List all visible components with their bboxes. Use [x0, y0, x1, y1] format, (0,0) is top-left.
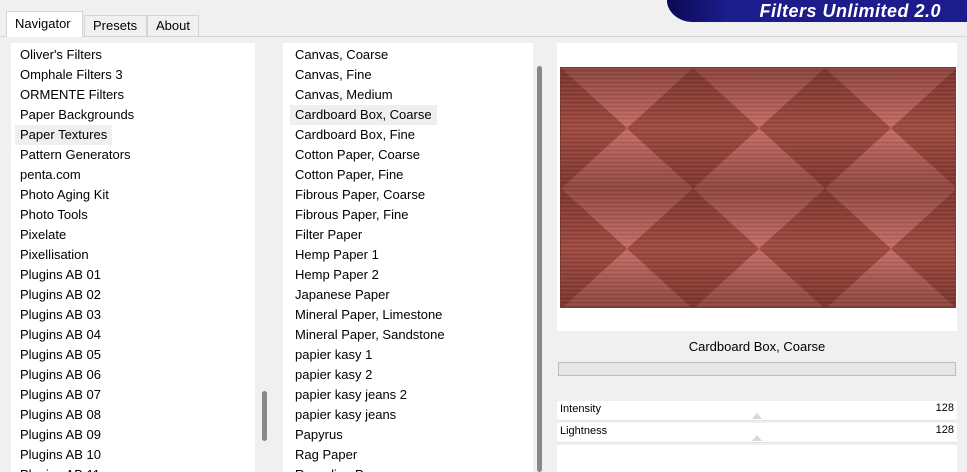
category-item[interactable]: Plugins AB 04	[15, 325, 106, 345]
category-scrollbar-thumb[interactable]	[262, 391, 267, 441]
category-list: Oliver's Filters Omphale Filters 3 ORMENTE…	[11, 45, 139, 472]
preview-panel	[557, 43, 957, 331]
category-item[interactable]: Plugins AB 08	[15, 405, 106, 425]
filter-scrollbar[interactable]	[533, 43, 550, 472]
filter-item[interactable]: papier kasy jeans 2	[290, 385, 412, 405]
lightness-handle[interactable]	[752, 435, 762, 441]
filter-item[interactable]: Fibrous Paper, Fine	[290, 205, 413, 225]
category-item[interactable]: penta.com	[15, 165, 86, 185]
preview-image	[560, 67, 956, 308]
controls-area	[557, 445, 957, 472]
selected-filter-name: Cardboard Box, Coarse	[688, 339, 826, 354]
filter-item[interactable]: Cotton Paper, Fine	[290, 165, 408, 185]
filter-list: Canvas, Coarse Canvas, Fine Canvas, Medium…	[283, 45, 450, 472]
category-scrollbar[interactable]	[255, 43, 274, 472]
filter-item[interactable]: Cotton Paper, Coarse	[290, 145, 425, 165]
filter-item[interactable]: Canvas, Coarse	[290, 45, 393, 65]
category-item[interactable]: Photo Tools	[15, 205, 93, 225]
category-item[interactable]: Pattern Generators	[15, 145, 136, 165]
category-item[interactable]: Paper Backgrounds	[15, 105, 139, 125]
filter-list-panel[interactable]: Canvas, Coarse Canvas, Fine Canvas, Medium…	[283, 43, 550, 472]
filter-item[interactable]: Mineral Paper, Sandstone	[290, 325, 450, 345]
filter-item[interactable]: Canvas, Fine	[290, 65, 377, 85]
filters-unlimited-logo: Filters Unlimited 2.0	[667, 0, 967, 22]
category-item[interactable]: Plugins AB 07	[15, 385, 106, 405]
filter-item[interactable]: Papyrus	[290, 425, 348, 445]
progress-bar	[558, 362, 956, 376]
category-list-panel[interactable]: Oliver's Filters Omphale Filters 3 ORMENTE…	[11, 43, 274, 472]
logo-text: Filters Unlimited 2.0	[759, 1, 941, 21]
filter-item[interactable]: Recycling Paper	[290, 465, 395, 472]
filter-item[interactable]: Japanese Paper	[290, 285, 395, 305]
filter-item[interactable]: Fibrous Paper, Coarse	[290, 185, 430, 205]
category-item[interactable]: ORMENTE Filters	[15, 85, 129, 105]
tab-navigator[interactable]: Navigator	[6, 11, 83, 37]
intensity-handle[interactable]	[752, 413, 762, 419]
category-item[interactable]: Pixelate	[15, 225, 71, 245]
filter-item[interactable]: Rag Paper	[290, 445, 362, 465]
category-item[interactable]: Paper Textures	[15, 125, 113, 145]
category-item[interactable]: Plugins AB 03	[15, 305, 106, 325]
intensity-label: Intensity	[560, 403, 601, 415]
filter-item[interactable]: papier kasy 2	[290, 365, 377, 385]
lightness-label: Lightness	[560, 425, 608, 437]
tab-divider	[0, 36, 967, 37]
filter-item[interactable]: Mineral Paper, Limestone	[290, 305, 447, 325]
filter-item[interactable]: Cardboard Box, Coarse	[290, 105, 437, 125]
category-item[interactable]: Plugins AB 01	[15, 265, 106, 285]
category-item[interactable]: Omphale Filters 3	[15, 65, 128, 85]
category-item[interactable]: Oliver's Filters	[15, 45, 107, 65]
lightness-slider[interactable]: Lightness 128	[557, 423, 957, 443]
category-item[interactable]: Plugins AB 05	[15, 345, 106, 365]
intensity-value: 128	[935, 402, 954, 414]
filter-item[interactable]: Cardboard Box, Fine	[290, 125, 420, 145]
category-item[interactable]: Pixellisation	[15, 245, 94, 265]
category-item[interactable]: Plugins AB 09	[15, 425, 106, 445]
category-item[interactable]: Photo Aging Kit	[15, 185, 114, 205]
lightness-value: 128	[935, 424, 954, 436]
category-item[interactable]: Plugins AB 10	[15, 445, 106, 465]
filter-item[interactable]: Canvas, Medium	[290, 85, 398, 105]
filter-item[interactable]: Hemp Paper 2	[290, 265, 384, 285]
intensity-slider[interactable]: Intensity 128	[557, 401, 957, 421]
category-item[interactable]: Plugins AB 02	[15, 285, 106, 305]
filter-item[interactable]: papier kasy jeans	[290, 405, 401, 425]
filter-scrollbar-thumb[interactable]	[537, 66, 542, 472]
filter-item[interactable]: Hemp Paper 1	[290, 245, 384, 265]
tab-about[interactable]: About	[147, 15, 199, 36]
filter-item[interactable]: Filter Paper	[290, 225, 367, 245]
category-item[interactable]: Plugins AB 06	[15, 365, 106, 385]
filter-item[interactable]: papier kasy 1	[290, 345, 377, 365]
tab-presets[interactable]: Presets	[84, 15, 147, 36]
category-item[interactable]: Plugins AB 11	[15, 465, 105, 472]
